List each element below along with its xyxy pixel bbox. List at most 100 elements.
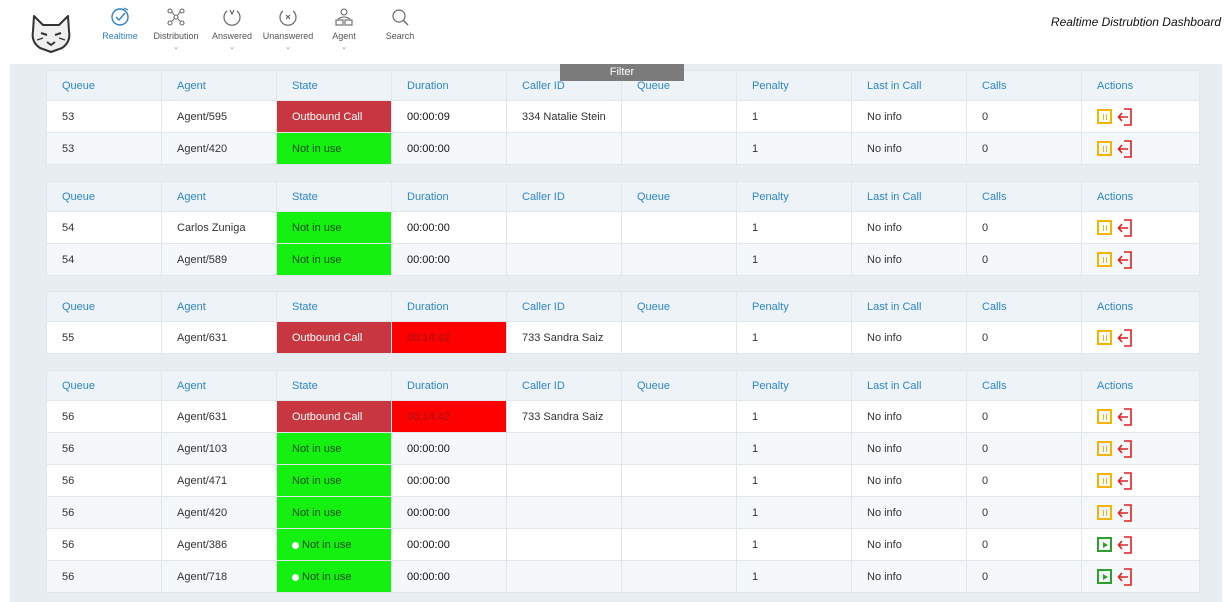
filter-toggle-button[interactable]: Filter	[560, 64, 684, 81]
column-header[interactable]: State	[276, 291, 392, 322]
column-header[interactable]: Penalty	[736, 181, 852, 212]
column-header[interactable]: Agent	[161, 291, 277, 322]
column-header[interactable]: Queue	[621, 370, 737, 401]
column-header[interactable]: Last in Call	[851, 291, 967, 322]
column-header[interactable]: Last in Call	[851, 370, 967, 401]
column-header[interactable]: Calls	[966, 370, 1082, 401]
agent-cell: Agent/420	[161, 496, 277, 529]
column-header[interactable]: Queue	[46, 291, 162, 322]
calls-cell: 0	[966, 528, 1082, 561]
column-header[interactable]: Duration	[391, 181, 507, 212]
column-header[interactable]: Actions	[1081, 181, 1200, 212]
column-header[interactable]: Queue	[621, 181, 737, 212]
state-cell: Not in use	[276, 132, 392, 165]
logout-agent-icon[interactable]	[1117, 328, 1133, 347]
logout-agent-icon[interactable]	[1117, 218, 1133, 237]
column-header[interactable]: Actions	[1081, 370, 1200, 401]
caller-id-cell	[506, 496, 622, 529]
last-call-cell: No info	[851, 100, 967, 133]
queue-cell: 54	[46, 211, 162, 244]
column-header[interactable]: Queue	[46, 70, 162, 101]
lynx-logo-icon[interactable]	[28, 12, 74, 54]
column-header[interactable]: Queue	[46, 370, 162, 401]
nav-item-agent[interactable]: Agent ⌄	[316, 6, 372, 64]
top-navigation-bar: Realtime Distribution ⌄ Answered ⌄ Unanswered…	[0, 0, 1231, 66]
column-header[interactable]: Duration	[391, 370, 507, 401]
state-cell: Not in use	[276, 496, 392, 529]
table-row: 54 Agent/589 Not in use 00:00:00 1 No info 0	[46, 243, 1200, 276]
column-header[interactable]: Agent	[161, 181, 277, 212]
pause-agent-button[interactable]	[1097, 409, 1112, 424]
pause-agent-button[interactable]	[1097, 441, 1112, 456]
last-call-cell: No info	[851, 243, 967, 276]
logout-agent-icon[interactable]	[1117, 471, 1133, 490]
pause-bar-icon	[1105, 256, 1107, 263]
column-header[interactable]: Actions	[1081, 70, 1200, 101]
column-header[interactable]: Penalty	[736, 70, 852, 101]
pause-bar-icon	[1105, 145, 1107, 152]
state-label: Outbound Call	[292, 410, 363, 423]
caller-id-cell: 334 Natalie Stein	[506, 100, 622, 133]
column-header[interactable]: Actions	[1081, 291, 1200, 322]
queue-cell: 56	[46, 560, 162, 593]
queue-cell: 55	[46, 321, 162, 354]
column-header[interactable]: Calls	[966, 181, 1082, 212]
column-header[interactable]: Agent	[161, 370, 277, 401]
logout-agent-icon[interactable]	[1117, 567, 1133, 586]
column-header[interactable]: Caller ID	[506, 181, 622, 212]
column-header[interactable]: Last in Call	[851, 70, 967, 101]
resume-agent-button[interactable]	[1097, 569, 1112, 584]
column-header[interactable]: Queue	[621, 291, 737, 322]
column-header[interactable]: State	[276, 70, 392, 101]
column-header[interactable]: Last in Call	[851, 181, 967, 212]
pause-agent-button[interactable]	[1097, 252, 1112, 267]
column-header[interactable]: Caller ID	[506, 291, 622, 322]
clock-icon	[292, 573, 299, 581]
nav-item-unanswered[interactable]: Unanswered ⌄	[260, 6, 316, 64]
pause-bar-icon	[1105, 445, 1107, 452]
pause-agent-button[interactable]	[1097, 505, 1112, 520]
column-header[interactable]: Duration	[391, 291, 507, 322]
pause-agent-button[interactable]	[1097, 473, 1112, 488]
logout-agent-icon[interactable]	[1117, 503, 1133, 522]
pause-agent-button[interactable]	[1097, 330, 1112, 345]
pause-agent-button[interactable]	[1097, 109, 1112, 124]
column-header[interactable]: Queue	[46, 181, 162, 212]
column-header[interactable]: Calls	[966, 291, 1082, 322]
state-label: Not in use	[302, 570, 352, 583]
table-row: 56 Agent/718 Not in use 00:00:00 1 No info 0	[46, 560, 1200, 593]
pause-bar-icon	[1102, 445, 1104, 452]
play-icon	[1102, 573, 1108, 580]
caller-id-cell	[506, 464, 622, 497]
resume-agent-button[interactable]	[1097, 537, 1112, 552]
column-header[interactable]: Caller ID	[506, 370, 622, 401]
pause-bar-icon	[1102, 113, 1104, 120]
logout-agent-icon[interactable]	[1117, 107, 1133, 126]
nav-item-realtime[interactable]: Realtime	[92, 6, 148, 66]
calls-cell: 0	[966, 211, 1082, 244]
pause-agent-button[interactable]	[1097, 141, 1112, 156]
queue2-cell	[621, 211, 737, 244]
state-cell: Not in use	[276, 560, 392, 593]
column-header[interactable]: Calls	[966, 70, 1082, 101]
actions-cell	[1081, 132, 1200, 165]
nav-item-search[interactable]: Search	[372, 6, 428, 64]
logout-agent-icon[interactable]	[1117, 439, 1133, 458]
logout-agent-icon[interactable]	[1117, 535, 1133, 554]
column-header[interactable]: Penalty	[736, 370, 852, 401]
nav-item-distribution[interactable]: Distribution ⌄	[148, 6, 204, 64]
column-header[interactable]: Agent	[161, 70, 277, 101]
column-header[interactable]: State	[276, 370, 392, 401]
nav-item-answered[interactable]: Answered ⌄	[204, 6, 260, 64]
column-header[interactable]: State	[276, 181, 392, 212]
queue2-cell	[621, 528, 737, 561]
pause-agent-button[interactable]	[1097, 220, 1112, 235]
column-header[interactable]: Penalty	[736, 291, 852, 322]
logout-agent-icon[interactable]	[1117, 139, 1133, 158]
calls-cell: 0	[966, 400, 1082, 433]
queue-table: Queue Agent State Duration Caller ID Queue Pen…	[46, 370, 1200, 593]
actions-cell	[1081, 528, 1200, 561]
column-header[interactable]: Duration	[391, 70, 507, 101]
logout-agent-icon[interactable]	[1117, 250, 1133, 269]
logout-agent-icon[interactable]	[1117, 407, 1133, 426]
